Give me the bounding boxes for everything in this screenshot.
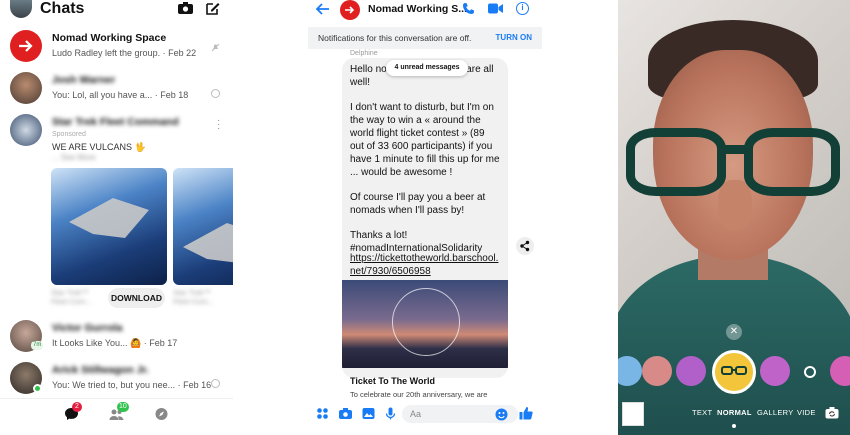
chat-item-josh-warner[interactable]: Josh Warner You: Lol, all you have a... … [0,69,233,115]
online-indicator [33,384,42,393]
sent-status-icon [211,89,220,98]
gallery-icon[interactable] [362,407,375,420]
chats-header: Chats [0,0,233,22]
chat-item-victor-gurrola[interactable]: 7m Victor Gurrola It Looks Like You... 🙆… [0,317,233,363]
unread-badge: 2 [72,402,82,412]
phone-icon[interactable] [462,2,475,15]
chat-name: Nomad Working Space [52,32,167,44]
message-paragraph: I don't want to disturb, but I'm on the … [350,102,500,178]
chat-preview: Ludo Radley left the group. · Feb 22 [52,48,197,58]
see-more-link[interactable]: ... See More [52,153,96,162]
ad-caption: Star Trek™ Fleet Com... [51,288,92,306]
conversation-title[interactable]: Nomad Working S... [368,3,467,15]
glasses-filter-lens-right [744,128,840,196]
chat-name: Arick Stillwagon Jr. [52,364,149,376]
arrow-logo-icon [345,6,355,14]
close-filter-button[interactable]: ✕ [726,324,742,340]
microphone-icon[interactable] [384,407,397,420]
mode-text[interactable]: TEXT [692,408,712,417]
chat-name: Josh Warner [52,74,116,86]
starship-image [183,223,233,263]
chat-preview: WE ARE VULCANS 🖖 [52,142,146,152]
back-arrow-icon[interactable] [316,3,330,15]
sponsored-label: Sponsored [52,131,86,138]
nav-discover[interactable] [154,407,169,421]
chat-preview: You: We tried to, but you nee... · Feb 1… [52,380,212,390]
filter-option[interactable] [676,356,706,386]
camera-mode-selector: TEXT NORMAL GALLERY VIDE [618,408,850,422]
video-call-icon[interactable] [488,3,503,14]
share-button[interactable] [516,237,534,255]
ad-carousel-card[interactable] [173,168,233,285]
chat-name: Star Trek Fleet Command [52,116,179,128]
chat-preview: It Looks Like You... 🙆 · Feb 17 [52,338,178,348]
mode-normal[interactable]: NORMAL [717,408,752,417]
compass-icon [155,408,168,420]
more-actions-icon[interactable] [316,407,329,420]
link-preview-image[interactable] [342,280,508,368]
mode-video[interactable]: VIDE [797,408,816,417]
filter-option[interactable] [642,356,672,386]
nav-chats[interactable]: 2 [64,402,82,421]
avatar [10,30,42,62]
screen: Chats Nomad Working Space Ludo Radley le… [0,0,850,435]
ticket-to-the-world-logo [392,288,460,356]
glasses-filter-lens-left [626,128,726,196]
download-button[interactable]: DOWNLOAD [108,288,165,308]
filter-option[interactable] [760,356,790,386]
notification-banner: Notifications for this conversation are … [308,27,542,49]
sender-name: Delphine [350,50,378,57]
chat-name: Victor Gurrola [52,322,123,334]
message-link[interactable]: https://tickettotheworld.barschool.net/7… [350,252,500,278]
camera-icon[interactable] [339,407,352,420]
chat-preview: You: Lol, all you have a... · Feb 18 [52,90,189,100]
starship-image [69,198,149,238]
share-icon [520,240,530,252]
muted-bell-icon [211,43,220,52]
chats-panel: Chats Nomad Working Space Ludo Radley le… [0,0,233,435]
bottom-nav: 2 10 [0,398,233,428]
camera-panel: ✕ TEXT NORMAL GALLERY VIDE [618,0,850,435]
turn-on-button[interactable]: TURN ON [496,27,532,49]
message-paragraph: Of course I'll pay you a beer at nomads … [350,192,486,216]
chat-item-nomad-working-space[interactable]: Nomad Working Space Ludo Radley left the… [0,27,233,73]
active-badge: 10 [117,402,129,412]
glasses-icon [721,366,747,375]
emoji-icon[interactable] [495,408,508,421]
active-time-badge: 7m [31,341,44,350]
chat-item-sponsored[interactable]: Star Trek Fleet Command Sponsored WE ARE… [0,111,233,162]
avatar [10,72,42,104]
composer-bar: Aa [308,401,542,427]
avatar [10,114,42,146]
camera-icon[interactable] [178,2,193,14]
ad-caption: Star Trek™ Fleet Com... [173,288,214,306]
profile-avatar[interactable] [10,0,32,18]
group-avatar[interactable] [340,0,360,20]
camera-preview-nose [718,180,752,230]
conversation-panel: Nomad Working S... i Notifications for t… [308,0,542,435]
link-preview-title: Ticket To The World [350,376,436,386]
message-bubble[interactable]: Hello nomads, I hope you are all well! I… [342,58,508,378]
capture-ring-icon[interactable] [804,366,816,378]
info-icon[interactable]: i [516,2,529,15]
flip-camera-icon[interactable] [825,407,839,419]
link-preview-description: To celebrate our 20th anniversary, we ar… [350,390,488,399]
nav-people[interactable]: 10 [109,402,129,421]
new-message-icon[interactable] [205,1,220,16]
more-options-icon[interactable]: · · · [217,116,220,134]
ad-carousel-card[interactable] [51,168,167,285]
conversation-header: Nomad Working S... i [308,0,542,22]
selected-filter-glasses[interactable] [712,350,756,394]
page-title: Chats [40,0,85,17]
arrow-logo-icon [19,40,33,52]
glasses-filter-bridge [722,145,748,154]
active-mode-dot [732,424,736,428]
unread-messages-pill[interactable]: 4 unread messages [386,60,468,76]
sent-status-icon [211,379,220,388]
thumbs-up-icon[interactable] [519,406,533,420]
mode-gallery[interactable]: GALLERY [757,408,794,417]
notification-text: Notifications for this conversation are … [318,33,472,43]
